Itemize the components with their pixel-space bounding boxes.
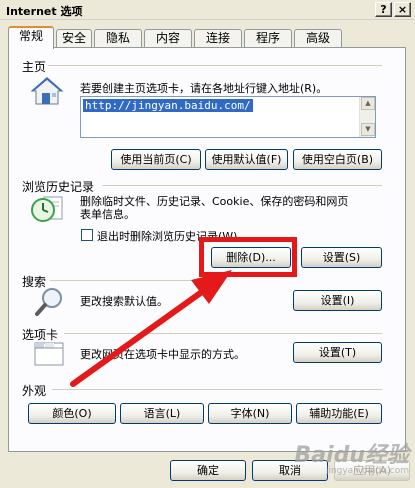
- watermark-main: Baidu经验: [294, 443, 409, 468]
- red-arrow-icon: [70, 270, 232, 387]
- tab-general[interactable]: 常规: [8, 26, 54, 49]
- baidu-watermark: Baidu经验 jingyan.baidu.com: [294, 437, 409, 476]
